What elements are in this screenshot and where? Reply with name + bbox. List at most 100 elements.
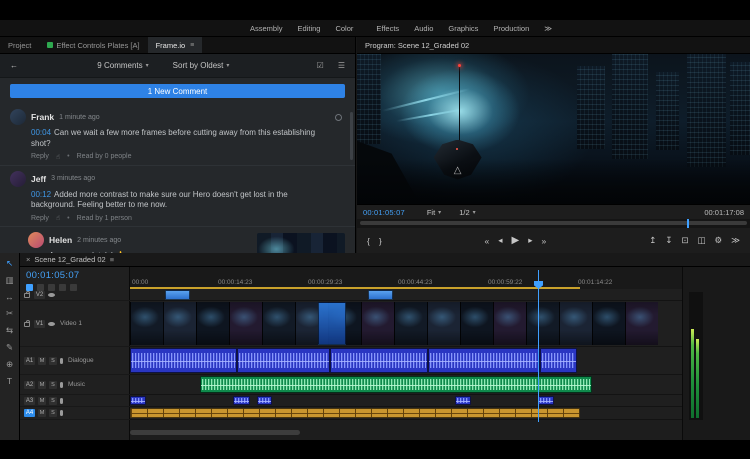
program-playhead[interactable] bbox=[687, 219, 689, 228]
voiceover-mic-icon[interactable] bbox=[60, 382, 63, 388]
lock-icon[interactable] bbox=[24, 322, 30, 327]
track-name-music[interactable]: Music bbox=[68, 381, 85, 388]
go-to-in-button[interactable]: « bbox=[485, 236, 490, 246]
audio-clip-sfx[interactable] bbox=[233, 396, 250, 405]
comment-timecode-link[interactable]: 00:12 bbox=[31, 190, 51, 199]
workspace-tab-assembly[interactable]: Assembly bbox=[250, 24, 283, 33]
audio-clip-dialogue[interactable] bbox=[237, 348, 330, 373]
comment-timecode-link[interactable]: 00:04 bbox=[31, 128, 51, 137]
track-badge-v2[interactable]: V2 bbox=[34, 291, 45, 299]
type-tool[interactable]: T bbox=[7, 376, 12, 386]
tab-frameio[interactable]: Frame.io ≡ bbox=[148, 37, 203, 53]
mark-in-button[interactable]: { bbox=[367, 236, 370, 246]
lift-button[interactable]: ↥ bbox=[649, 235, 656, 246]
step-forward-button[interactable]: ▸ bbox=[528, 235, 532, 246]
tab-project[interactable]: Project bbox=[0, 37, 39, 53]
workspace-tab-color[interactable]: Color bbox=[335, 24, 353, 33]
zoom-level-dropdown[interactable]: Fit ▾ bbox=[427, 208, 441, 217]
timeline-horizontal-scrollbar[interactable] bbox=[130, 430, 580, 435]
audio-clip-dialogue[interactable] bbox=[540, 348, 577, 373]
comment-frame-thumbnail[interactable] bbox=[257, 233, 345, 253]
step-back-button[interactable]: ◂ bbox=[498, 235, 502, 246]
voiceover-mic-icon[interactable] bbox=[60, 410, 63, 416]
play-button[interactable]: ▶ bbox=[512, 235, 520, 246]
new-comment-banner[interactable]: 1 New Comment bbox=[10, 84, 345, 98]
solo-button[interactable]: S bbox=[49, 409, 57, 417]
ripple-edit-tool[interactable]: ↔ bbox=[5, 292, 14, 302]
workspace-tab-editing[interactable]: Editing bbox=[298, 24, 321, 33]
workspace-tab-production[interactable]: Production bbox=[493, 24, 529, 33]
track-name-dialogue[interactable]: Dialogue bbox=[68, 357, 94, 364]
sort-dropdown[interactable]: Sort by Oldest ▾ bbox=[173, 61, 230, 70]
video-clip[interactable] bbox=[368, 290, 393, 300]
solo-button[interactable]: S bbox=[49, 397, 57, 405]
slip-tool[interactable]: ⇆ bbox=[6, 325, 13, 336]
workspace-tab-effects[interactable]: Effects bbox=[376, 24, 399, 33]
timeline-ruler[interactable]: 00:00 00:00:14:23 00:00:29:23 00:00:44:2… bbox=[130, 267, 682, 289]
selection-tool[interactable]: ↖ bbox=[6, 258, 13, 269]
track-badge-v1[interactable]: V1 bbox=[34, 320, 45, 328]
mute-button[interactable]: M bbox=[38, 357, 46, 365]
transport-overflow-icon[interactable]: ≫ bbox=[731, 235, 740, 246]
video-clip-filmstrip[interactable] bbox=[130, 302, 658, 345]
program-timecode[interactable]: 00:01:05:07 bbox=[363, 208, 405, 217]
panel-menu-icon[interactable]: ≡ bbox=[190, 42, 194, 49]
mute-button[interactable]: M bbox=[38, 409, 46, 417]
like-icon[interactable]: ☝ bbox=[56, 153, 60, 161]
audio-clip-dialogue[interactable] bbox=[428, 348, 540, 373]
track-visibility-icon[interactable] bbox=[48, 293, 55, 297]
mute-button[interactable]: M bbox=[38, 397, 46, 405]
comments-scrollbar[interactable] bbox=[350, 112, 353, 160]
go-to-out-button[interactable]: » bbox=[542, 236, 547, 246]
export-frame-button[interactable]: ⊡ bbox=[681, 235, 688, 246]
audio-clip-music[interactable] bbox=[200, 376, 592, 393]
audio-clip-dialogue[interactable] bbox=[130, 348, 237, 373]
comparison-view-button[interactable]: ◫ bbox=[697, 235, 705, 246]
track-badge-a1[interactable]: A1 bbox=[24, 357, 35, 365]
track-badge-a4[interactable]: A4 bbox=[24, 409, 35, 417]
pen-tool[interactable]: ✎ bbox=[6, 342, 13, 353]
voiceover-mic-icon[interactable] bbox=[60, 398, 63, 404]
audio-clip-sfx[interactable] bbox=[538, 396, 554, 405]
track-name-video1[interactable]: Video 1 bbox=[60, 320, 82, 327]
video-clip[interactable] bbox=[165, 290, 190, 300]
reply-button[interactable]: Reply bbox=[31, 215, 49, 222]
mark-out-button[interactable]: } bbox=[379, 236, 382, 246]
track-select-tool[interactable]: ▥ bbox=[5, 275, 13, 286]
comments-count-dropdown[interactable]: 9 Comments ▾ bbox=[97, 61, 148, 70]
razor-tool[interactable]: ✂ bbox=[6, 308, 13, 319]
tab-effect-controls[interactable]: Effect Controls Plates [A] bbox=[39, 37, 147, 53]
track-badge-a3[interactable]: A3 bbox=[24, 397, 35, 405]
audio-clip-dialogue[interactable] bbox=[330, 348, 428, 373]
video-clip-highlight[interactable] bbox=[318, 302, 346, 345]
audio-clip-sfx[interactable] bbox=[455, 396, 471, 405]
show-resolved-icon[interactable]: ☑ bbox=[317, 61, 324, 70]
panel-menu-icon[interactable]: ≡ bbox=[110, 255, 114, 264]
like-icon[interactable]: ☝ bbox=[56, 214, 60, 222]
settings-wrench-icon[interactable]: ⚙ bbox=[714, 235, 722, 246]
workspace-tab-graphics[interactable]: Graphics bbox=[448, 24, 478, 33]
audio-clip-sfx[interactable] bbox=[257, 396, 272, 405]
timeline-tab[interactable]: × Scene 12_Graded 02 ≡ bbox=[20, 253, 750, 267]
filter-icon[interactable]: ☰ bbox=[338, 61, 345, 70]
program-panel-tab[interactable]: Program: Scene 12_Graded 02 bbox=[357, 37, 750, 54]
close-icon[interactable]: × bbox=[26, 255, 30, 264]
back-button[interactable]: ← bbox=[10, 61, 18, 70]
timeline-timecode[interactable]: 00:01:05:07 bbox=[26, 270, 80, 281]
mute-button[interactable]: M bbox=[38, 381, 46, 389]
extract-button[interactable]: ↧ bbox=[665, 235, 672, 246]
solo-button[interactable]: S bbox=[49, 381, 57, 389]
workspace-tab-audio[interactable]: Audio bbox=[414, 24, 433, 33]
scrollbar-handle[interactable] bbox=[130, 430, 300, 435]
unread-indicator[interactable] bbox=[335, 114, 342, 121]
lock-icon[interactable] bbox=[24, 293, 30, 298]
voiceover-mic-icon[interactable] bbox=[60, 358, 63, 364]
program-scrub-bar[interactable] bbox=[357, 219, 750, 228]
hand-tool[interactable]: ⊕ bbox=[6, 359, 13, 370]
audio-clip-ambience[interactable] bbox=[130, 408, 580, 418]
reply-button[interactable]: Reply bbox=[31, 153, 49, 160]
track-badge-a2[interactable]: A2 bbox=[24, 381, 35, 389]
playback-resolution-dropdown[interactable]: 1/2 ▾ bbox=[459, 208, 475, 217]
track-visibility-icon[interactable] bbox=[48, 322, 55, 326]
workspace-overflow-icon[interactable]: ≫ bbox=[544, 24, 552, 33]
